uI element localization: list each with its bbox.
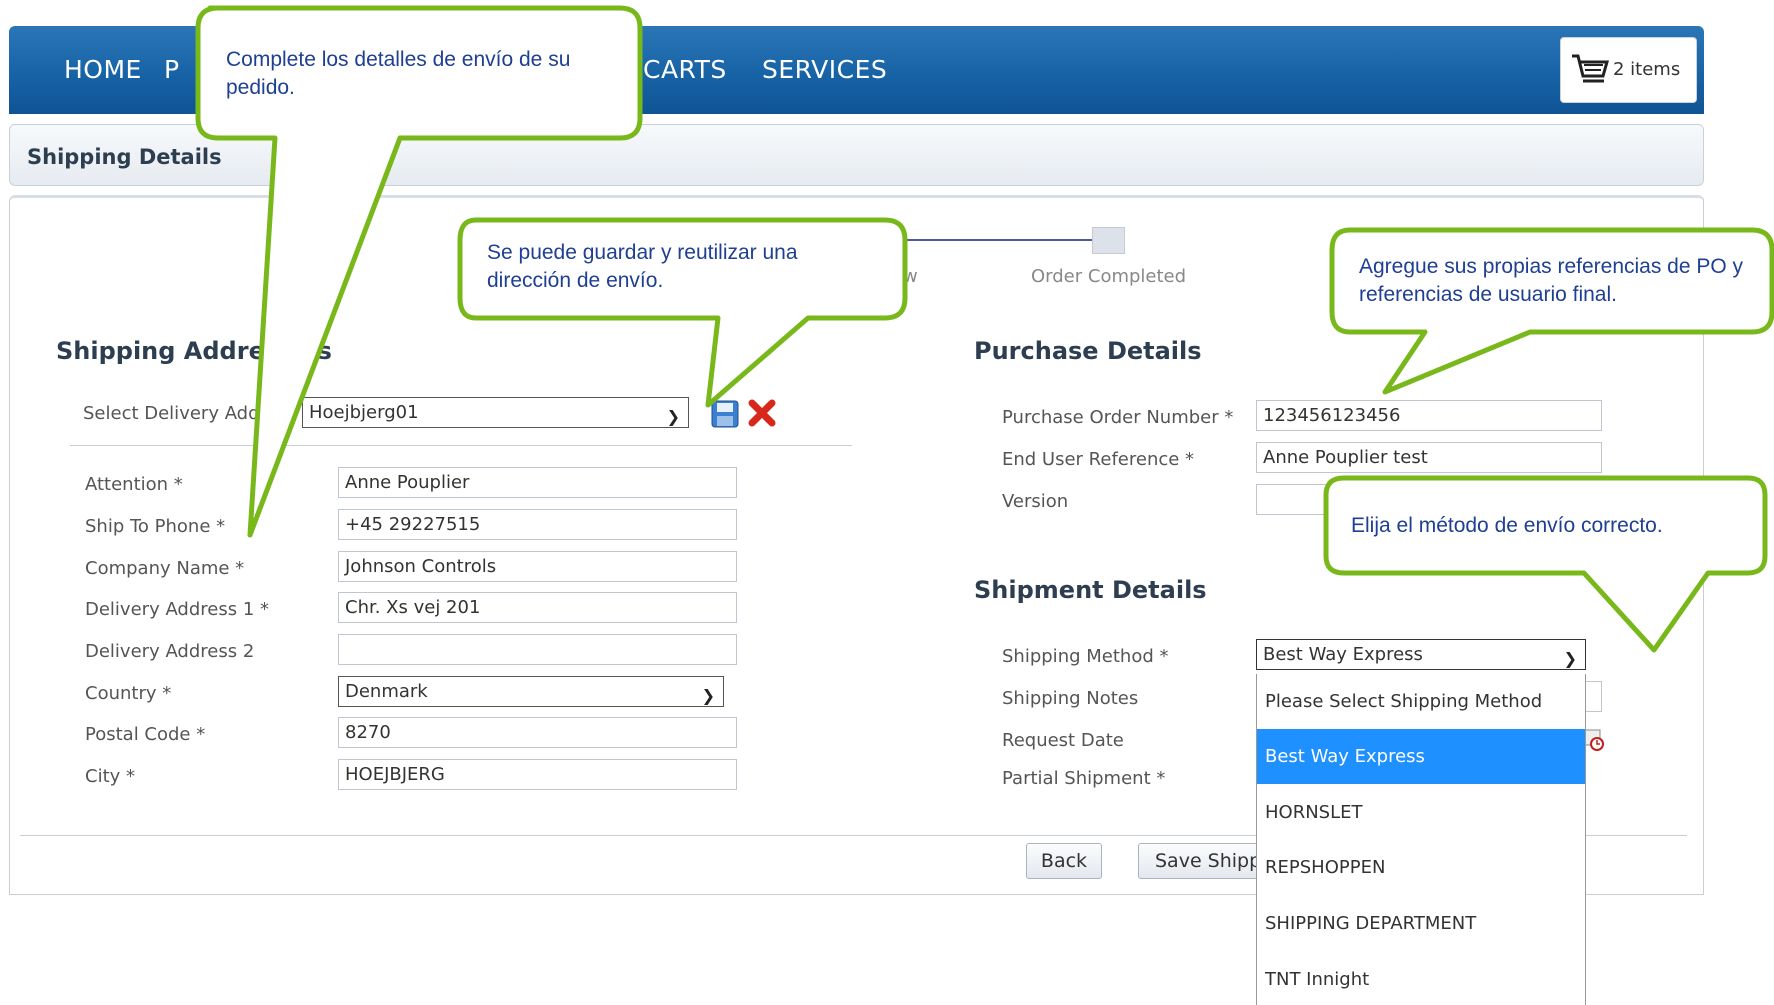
- nav-home[interactable]: HOME: [64, 55, 142, 84]
- request-date-label: Request Date: [1002, 730, 1124, 751]
- dropdown-option[interactable]: Please Select Shipping Method: [1257, 674, 1585, 729]
- cart-count: 2 items: [1613, 59, 1681, 80]
- dropdown-option[interactable]: REPSHOPPEN: [1257, 840, 1585, 895]
- save-shipping-button[interactable]: Save Shippi: [1138, 843, 1268, 879]
- chevron-down-icon: ❯: [701, 686, 715, 705]
- dropdown-option[interactable]: HORNSLET: [1257, 785, 1585, 840]
- dropdown-option[interactable]: TNT Innight: [1257, 952, 1585, 1005]
- chevron-down-icon: ❯: [1563, 649, 1577, 668]
- delivery-address-select-value: Hoejbjerg01: [309, 402, 419, 423]
- nav-carts[interactable]: CARTS: [643, 55, 727, 84]
- progress-line: [905, 239, 1095, 241]
- select-delivery-address-label: Select Delivery Addr: [83, 403, 267, 424]
- country-label: Country *: [85, 683, 172, 704]
- ship-to-phone-input[interactable]: +45 29227515: [338, 509, 737, 540]
- back-button[interactable]: Back: [1026, 843, 1102, 879]
- city-label: City *: [85, 766, 136, 787]
- callout-4-text: Elija el método de envío correcto.: [1351, 514, 1663, 537]
- shipping-notes-label: Shipping Notes: [1002, 688, 1139, 709]
- partial-shipment-label: Partial Shipment *: [1002, 768, 1166, 789]
- shipping-method-select[interactable]: Best Way Express ❯: [1256, 639, 1586, 670]
- progress-step-label: w: [903, 266, 918, 287]
- version-input[interactable]: [1256, 484, 1602, 515]
- dropdown-option[interactable]: SHIPPING DEPARTMENT: [1257, 896, 1585, 951]
- company-name-input[interactable]: Johnson Controls: [338, 551, 737, 582]
- page-title: Shipping Details: [27, 145, 222, 169]
- nav-services[interactable]: SERVICES: [762, 55, 887, 84]
- shipping-method-dropdown: Please Select Shipping Method Best Way E…: [1256, 674, 1586, 1005]
- shipping-address-title: Shipping Address: [56, 337, 294, 365]
- delivery-address-1-label: Delivery Address 1 *: [85, 599, 270, 620]
- delivery-address-select[interactable]: Hoejbjerg01 ❯: [302, 397, 689, 428]
- dropdown-option-selected[interactable]: Best Way Express: [1257, 729, 1585, 784]
- attention-input[interactable]: Anne Pouplier: [338, 467, 737, 498]
- country-select-value: Denmark: [345, 681, 428, 702]
- page-title-bar: Shipping Details: [9, 124, 1704, 186]
- callout-1-text: Complete los detalles de envío de su ped…: [226, 48, 571, 99]
- chevron-down-icon: ❯: [666, 407, 680, 426]
- callout-2-text: Se puede guardar y reutilizar una direcc…: [487, 241, 798, 292]
- company-name-label: Company Name *: [85, 558, 245, 579]
- end-user-reference-label: End User Reference *: [1002, 449, 1195, 470]
- city-input[interactable]: HOEJBJERG: [338, 759, 737, 790]
- country-select[interactable]: Denmark ❯: [338, 676, 724, 707]
- postal-code-label: Postal Code *: [85, 724, 206, 745]
- save-icon[interactable]: [711, 400, 739, 428]
- end-user-reference-input[interactable]: Anne Pouplier test: [1256, 442, 1602, 473]
- cart-button[interactable]: 2 items: [1560, 37, 1697, 103]
- shipping-method-select-value: Best Way Express: [1263, 644, 1423, 665]
- po-number-label: Purchase Order Number *: [1002, 407, 1234, 428]
- delivery-address-1-input[interactable]: Chr. Xs vej 201: [338, 592, 737, 623]
- nav-partial-item[interactable]: P: [164, 55, 180, 84]
- progress-step-completed: [1092, 227, 1125, 254]
- ship-to-phone-label: Ship To Phone *: [85, 516, 226, 537]
- attention-label: Attention *: [85, 474, 183, 495]
- delete-icon[interactable]: [747, 398, 777, 428]
- shipping-address-title-tail: ails: [285, 337, 332, 365]
- divider: [70, 445, 852, 446]
- progress-step-completed-label: Order Completed: [1031, 266, 1187, 287]
- delivery-address-2-label: Delivery Address 2: [85, 641, 255, 662]
- delivery-address-2-input[interactable]: [338, 634, 737, 665]
- callout-3-text: Agregue sus propias referencias de PO y …: [1359, 255, 1744, 306]
- shipping-method-label: Shipping Method *: [1002, 646, 1169, 667]
- version-label: Version: [1002, 491, 1069, 512]
- shopping-cart-icon: [1572, 54, 1609, 83]
- shipment-details-title: Shipment Details: [974, 576, 1207, 604]
- postal-code-input[interactable]: 8270: [338, 717, 737, 748]
- po-number-input[interactable]: 123456123456: [1256, 400, 1602, 431]
- purchase-details-title: Purchase Details: [974, 337, 1202, 365]
